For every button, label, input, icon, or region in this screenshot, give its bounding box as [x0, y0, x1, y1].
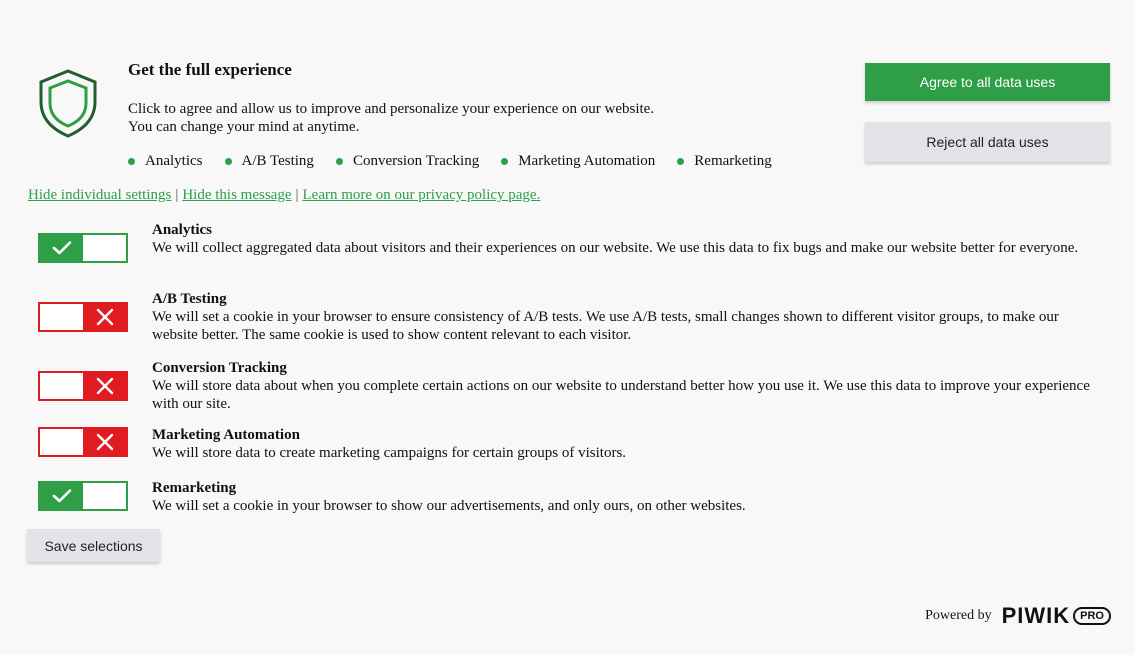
setting-name: Analytics	[152, 222, 212, 238]
bullet-dot-icon	[335, 157, 343, 165]
bullet-dot-icon	[128, 157, 135, 165]
bullet-dot-icon	[677, 157, 685, 165]
powered-by-label: Powered by	[925, 608, 992, 623]
category-list: Analytics A/B Testing Conversion Trackin…	[128, 151, 794, 171]
hide-settings-link[interactable]: Hide individual settings	[28, 187, 171, 203]
toggle-remarketing[interactable]	[38, 481, 128, 511]
powered-by: Powered by PIWIK PRO	[925, 603, 1111, 629]
category-label: Conversion Tracking	[352, 153, 480, 169]
category-chip-remarketing: Remarketing	[677, 151, 772, 171]
link-separator: |	[295, 187, 299, 203]
setting-description: We will set a cookie in your browser to …	[152, 498, 746, 514]
category-label: A/B Testing	[241, 153, 314, 169]
close-icon	[83, 429, 126, 455]
setting-description: We will store data to create marketing c…	[152, 445, 627, 461]
category-chip-conversion-tracking: Conversion Tracking	[335, 151, 480, 171]
piwik-logo: PIWIK	[1001, 603, 1071, 628]
reject-all-button[interactable]: Reject all data uses	[865, 122, 1110, 162]
hide-message-link[interactable]: Hide this message	[182, 187, 291, 203]
toggle-knob	[40, 373, 83, 399]
setting-name: Remarketing	[152, 480, 237, 496]
toggle-ab-testing[interactable]	[38, 302, 128, 332]
consent-banner: Get the full experience Click to agree a…	[0, 0, 1135, 655]
toggle-analytics[interactable]	[38, 233, 128, 263]
setting-text: Remarketing We will set a cookie in your…	[152, 479, 1102, 515]
close-icon	[83, 373, 126, 399]
setting-name: Conversion Tracking	[152, 360, 287, 376]
bullet-dot-icon	[501, 157, 509, 165]
category-label: Analytics	[145, 153, 203, 169]
description-line-2: You can change your mind at anytime.	[128, 119, 360, 135]
toggle-marketing-automation[interactable]	[38, 427, 128, 457]
description-line-1: Click to agree and allow us to improve a…	[128, 101, 655, 117]
check-icon	[40, 483, 83, 509]
toggle-knob	[83, 235, 126, 261]
close-icon	[83, 304, 126, 330]
save-selections-button[interactable]: Save selections	[27, 529, 160, 562]
setting-text: Conversion Tracking We will store data a…	[152, 359, 1102, 413]
setting-description: We will set a cookie in your browser to …	[152, 309, 1059, 343]
setting-text: A/B Testing We will set a cookie in your…	[152, 290, 1102, 344]
bullet-dot-icon	[224, 157, 232, 165]
setting-name: Marketing Automation	[152, 427, 300, 443]
setting-description: We will collect aggregated data about vi…	[152, 240, 1079, 256]
toggle-knob	[40, 304, 83, 330]
category-chip-analytics: Analytics	[128, 151, 203, 171]
toggle-conversion-tracking[interactable]	[38, 371, 128, 401]
check-icon	[40, 235, 83, 261]
banner-description: Click to agree and allow us to improve a…	[128, 100, 828, 136]
link-separator: |	[175, 187, 179, 203]
agree-all-button[interactable]: Agree to all data uses	[865, 63, 1110, 101]
category-chip-marketing-automation: Marketing Automation	[501, 151, 655, 171]
setting-text: Marketing Automation We will store data …	[152, 426, 1102, 462]
banner-title: Get the full experience	[128, 60, 292, 79]
toggle-knob	[40, 429, 83, 455]
toggle-knob	[83, 483, 126, 509]
banner-links: Hide individual settings | Hide this messa…	[28, 185, 540, 205]
setting-text: Analytics We will collect aggregated dat…	[152, 221, 1102, 257]
setting-name: A/B Testing	[152, 291, 227, 307]
piwik-pro-badge: PRO	[1073, 607, 1111, 625]
category-label: Marketing Automation	[518, 153, 656, 169]
setting-description: We will store data about when you comple…	[152, 378, 1090, 412]
category-chip-ab-testing: A/B Testing	[224, 151, 314, 171]
privacy-policy-link[interactable]: Learn more on our privacy policy page.	[303, 187, 541, 203]
shield-icon	[39, 69, 97, 138]
category-label: Remarketing	[694, 153, 772, 169]
